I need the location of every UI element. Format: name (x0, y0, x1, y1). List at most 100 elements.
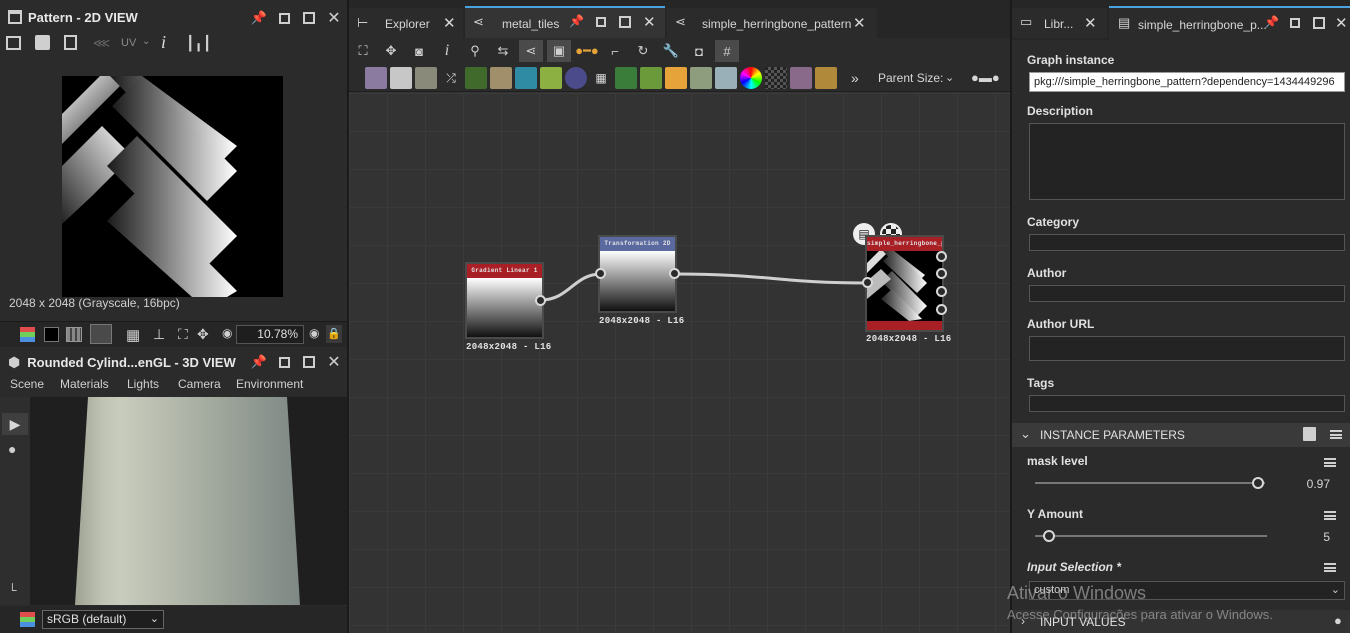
graph-instance-field[interactable]: pkg:///simple_herringbone_pattern?depend… (1029, 72, 1345, 92)
mask-level-slider-thumb[interactable] (1252, 477, 1265, 489)
light-bulb-icon[interactable]: ● (8, 441, 16, 457)
description-label: Description (1027, 104, 1094, 118)
tags-field[interactable] (1029, 395, 1345, 412)
cube-icon: ⬢ (8, 353, 21, 370)
grid-icon[interactable]: ▦ (126, 326, 140, 344)
node-footer (867, 321, 942, 330)
y-amount-value[interactable]: 5 (1290, 530, 1330, 544)
menu-environment[interactable]: Environment (236, 377, 303, 391)
histogram-icon[interactable]: ┃╻┃ (186, 35, 211, 52)
herringbone-preview-image (62, 76, 283, 297)
axis-icon[interactable]: └ (8, 583, 17, 597)
tab-library[interactable]: ▭ Libr... ✕ (1012, 8, 1107, 38)
float-window-icon[interactable] (1290, 18, 1300, 28)
pin-icon[interactable]: 📌 (250, 9, 268, 27)
y-amount-menu-icon[interactable] (1324, 511, 1336, 520)
view-2d-title: Pattern - 2D VIEW (28, 9, 138, 25)
view-2d-bottom-toolbar: ▦ ⊥ ⛶ ✥ ◉ 10.78% ◉ 🔒 (0, 321, 347, 347)
view-3d-bottombar: sRGB (default) ⌄ (0, 606, 347, 633)
author-url-field[interactable] (1029, 336, 1345, 361)
description-field[interactable] (1029, 123, 1345, 200)
pin-icon[interactable]: 📌 (250, 353, 268, 371)
windows-activation-title: Ativar o Windows (1007, 583, 1147, 603)
input-selection-menu-icon[interactable] (1324, 563, 1336, 572)
instance-parameters-header[interactable]: ⌄ INSTANCE PARAMETERS (1012, 423, 1350, 447)
output-port-3[interactable] (936, 286, 947, 297)
mask-level-menu-icon[interactable] (1324, 458, 1336, 467)
camera-icon[interactable]: ▶ (2, 413, 28, 435)
zoom-minus-icon[interactable]: ◉ (222, 326, 232, 340)
node-preview (600, 251, 675, 311)
layers-icon[interactable] (20, 612, 35, 627)
share-icon[interactable]: ⋘ (93, 36, 110, 50)
chevron-down-icon: ⌄ (1020, 426, 1031, 441)
maximize-icon[interactable] (1313, 17, 1325, 29)
output-port-4[interactable] (936, 304, 947, 315)
input-port[interactable] (595, 268, 606, 279)
input-selection-label: Input Selection * (1027, 560, 1122, 574)
mask-level-label: mask level (1027, 454, 1088, 468)
preset-icon[interactable] (1303, 427, 1316, 441)
tile-mode-icon[interactable] (66, 327, 82, 342)
close-icon[interactable]: ✕ (325, 353, 343, 371)
node-size: 2048x2048 - L16 (466, 342, 552, 352)
view-3d-sidebar: ▶ ● └ (0, 397, 30, 605)
cylinder-render (75, 397, 300, 605)
author-field[interactable] (1029, 285, 1345, 302)
clipboard-icon[interactable] (64, 35, 77, 50)
float-window-icon[interactable] (275, 9, 293, 27)
display-mode-icon[interactable] (90, 324, 112, 344)
y-amount-slider-thumb[interactable] (1042, 530, 1055, 542)
node-simple-herringbone[interactable]: simple_herringbone_pa... (865, 235, 944, 332)
view-2d-titlebar: Pattern - 2D VIEW (0, 4, 347, 30)
output-port[interactable] (669, 268, 680, 279)
zoom-field[interactable]: 10.78% (236, 325, 304, 344)
menu-camera[interactable]: Camera (178, 377, 221, 391)
view-3d-viewport[interactable] (30, 397, 347, 605)
close-icon[interactable]: ✕ (325, 9, 343, 27)
maximize-icon[interactable] (300, 353, 318, 371)
layers-icon[interactable] (20, 327, 35, 342)
output-port-2[interactable] (936, 268, 947, 279)
close-icon[interactable]: ✕ (1335, 14, 1348, 32)
node-transformation-2d[interactable]: Transformation 2D (598, 235, 677, 313)
pivot-icon[interactable]: ⊥ (153, 326, 165, 343)
mask-level-value[interactable]: 0.97 (1290, 477, 1330, 491)
black-channel-icon[interactable] (44, 327, 59, 342)
menu-materials[interactable]: Materials (60, 377, 109, 391)
tags-label: Tags (1027, 376, 1055, 390)
input-port[interactable] (862, 277, 873, 288)
menu-icon[interactable] (1330, 430, 1342, 439)
uv-dropdown[interactable]: UV (121, 37, 136, 49)
menu-lights[interactable]: Lights (127, 377, 159, 391)
lock-icon[interactable]: 🔒 (326, 325, 342, 343)
menu-scene[interactable]: Scene (10, 377, 44, 391)
info-icon[interactable]: i (161, 32, 166, 53)
copy-icon[interactable] (6, 36, 21, 50)
add-icon[interactable]: ● (1334, 613, 1342, 628)
maximize-icon[interactable] (300, 9, 318, 27)
category-field[interactable] (1029, 234, 1345, 251)
mask-level-track[interactable] (1035, 482, 1265, 484)
view-2d-toolbar: ⋘ UV ⌄ i ┃╻┃ (0, 32, 347, 56)
view-3d-panel: ⬢ Rounded Cylind...enGL - 3D VIEW 📌 ✕ Sc… (0, 348, 347, 633)
output-port[interactable] (535, 295, 546, 306)
node-title: Transformation 2D (604, 240, 671, 247)
zoom-plus-icon[interactable]: ◉ (309, 326, 319, 340)
properties-tabbar: ▭ Libr... ✕ ▤ simple_herringbone_p... 📌 … (1012, 0, 1350, 40)
y-amount-track[interactable] (1035, 535, 1267, 537)
fit-icon[interactable]: ⛶ (178, 326, 188, 343)
folder-icon: ▭ (1020, 14, 1033, 29)
node-title: Gradient Linear 1 (471, 267, 538, 274)
move-icon[interactable]: ✥ (197, 326, 209, 343)
windows-activation-subtitle: Acesse Configurações para ativar o Windo… (1007, 607, 1273, 622)
pin-icon[interactable]: 📌 (1264, 15, 1279, 29)
float-window-icon[interactable] (275, 353, 293, 371)
output-port-1[interactable] (936, 251, 947, 262)
colorspace-select[interactable]: sRGB (default) ⌄ (42, 610, 164, 629)
node-gradient-linear[interactable]: Gradient Linear 1 (465, 262, 544, 339)
save-icon[interactable] (35, 35, 50, 50)
view-2d-panel: Pattern - 2D VIEW 📌 ✕ ⋘ UV ⌄ i ┃╻┃ 2048 … (0, 0, 347, 347)
close-icon[interactable]: ✕ (1084, 14, 1097, 32)
tab-instance[interactable]: ▤ simple_herringbone_p... 📌 ✕ (1109, 6, 1350, 40)
